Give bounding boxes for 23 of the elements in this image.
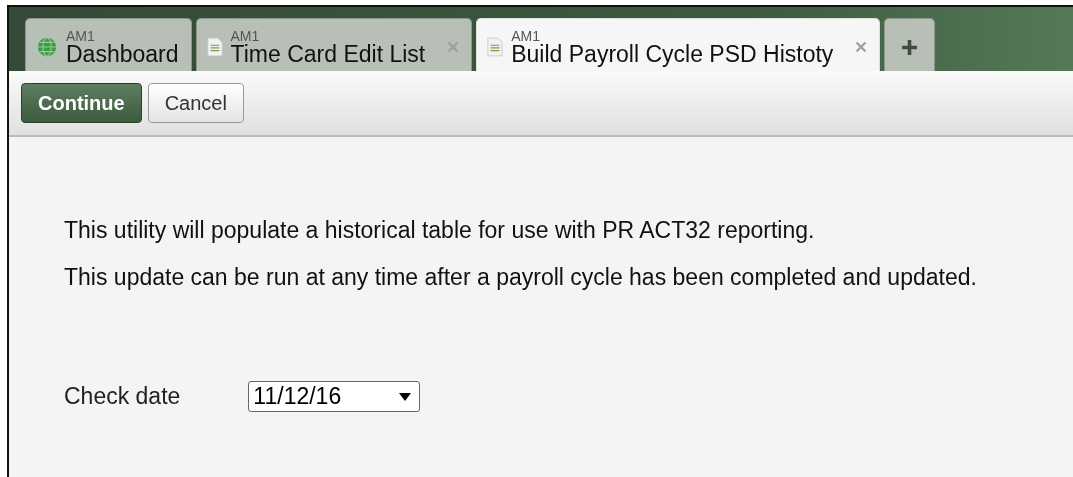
dropdown-arrow-icon [399,392,412,401]
document-icon [206,37,223,57]
tab-server-label: AM1 [66,28,96,43]
new-tab-button[interactable] [884,18,936,71]
check-date-select[interactable]: 11/12/16 [248,381,421,412]
close-icon[interactable] [447,41,460,53]
continue-button[interactable]: Continue [21,83,142,123]
cancel-button[interactable]: Cancel [147,83,244,123]
field-label: Check date [64,383,181,410]
description-text: This update can be run at any time after a payroll cycle has been completed and updated. [64,264,978,291]
globe-icon [36,36,58,58]
tab[interactable]: AM1 Build Payroll Cycle PSD Histoty [476,18,881,71]
tab-server-label: AM1 [511,28,542,43]
plus-icon [901,38,919,56]
tab-label: Dashboard [66,42,179,66]
document-icon [487,37,504,57]
tab[interactable]: AM1 Dashboard [25,18,192,71]
tab-server-label: AM1 [230,28,261,43]
close-icon[interactable] [855,41,868,53]
tab-label: Build Payroll Cycle PSD Histoty [511,42,834,66]
tab-label: Time Card Edit List [230,42,426,66]
tab[interactable]: AM1 Time Card Edit List [195,18,473,71]
description-text: This utility will populate a historical table for use with PR ACT32 reporting. [64,217,816,244]
